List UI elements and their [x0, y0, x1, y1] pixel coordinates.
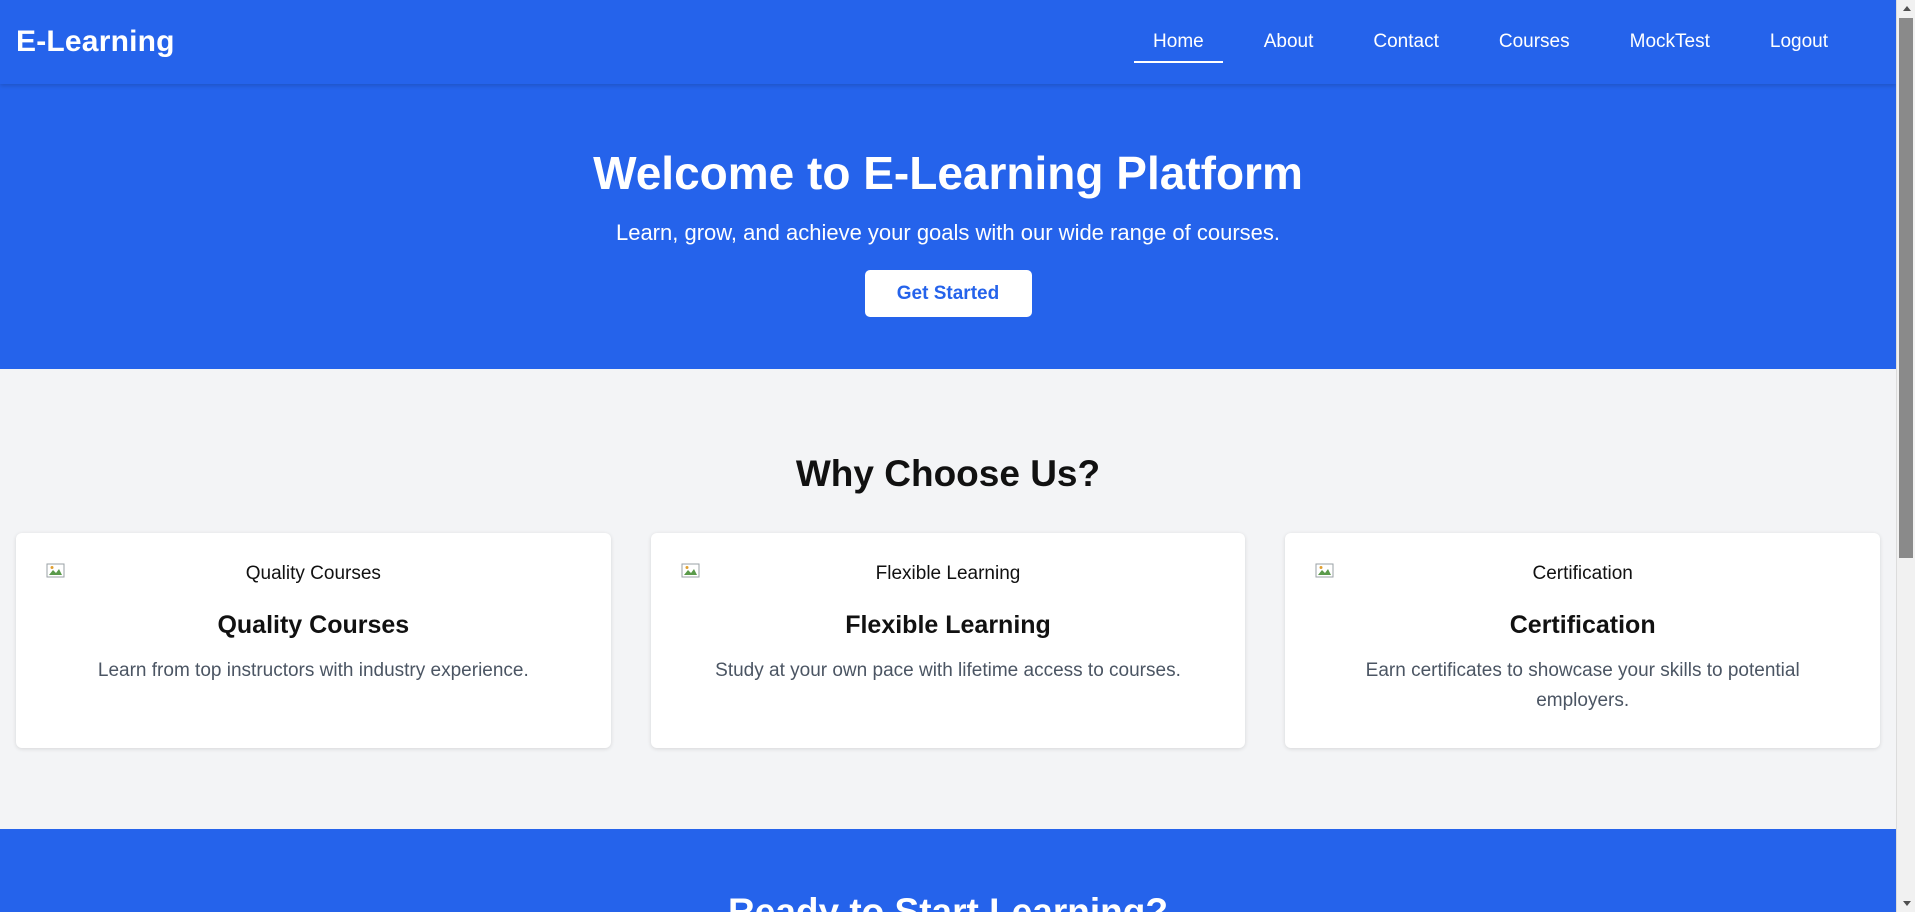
nav-item-contact[interactable]: Contact [1354, 19, 1457, 65]
get-started-button[interactable]: Get Started [864, 270, 1032, 317]
broken-image-icon [46, 563, 65, 578]
broken-image-icon [681, 563, 700, 578]
feature-image: Quality Courses [46, 563, 581, 591]
feature-card-text: Earn certificates to showcase your skill… [1365, 660, 1800, 711]
cta-section: Ready to Start Learning? [0, 829, 1896, 912]
feature-card-flexible-learning: Flexible Learning Flexible Learning Stud… [650, 533, 1246, 748]
nav-item-home[interactable]: Home [1134, 19, 1223, 65]
feature-card-text: Study at your own pace with lifetime acc… [715, 660, 1181, 681]
features-section: Why Choose Us? Quality Courses Quality C… [0, 369, 1896, 829]
vertical-scrollbar[interactable] [1896, 0, 1915, 912]
nav-item-mocktest[interactable]: MockTest [1611, 19, 1729, 65]
feature-card-text: Learn from top instructors with industry… [97, 660, 529, 681]
hero-subtitle: Learn, grow, and achieve your goals with… [615, 220, 1281, 245]
features-title: Why Choose Us? [795, 453, 1101, 494]
cta-title: Ready to Start Learning? [728, 891, 1168, 912]
feature-image-alt: Quality Courses [245, 563, 381, 584]
feature-card-title: Flexible Learning [845, 611, 1051, 639]
feature-card-quality-courses: Quality Courses Quality Courses Learn fr… [16, 533, 611, 748]
feature-image-alt: Certification [1532, 563, 1633, 584]
main-nav: Home About Contact Courses MockTest Logo… [1123, 19, 1858, 65]
scrollbar-thumb[interactable] [1899, 18, 1913, 558]
feature-cards: Quality Courses Quality Courses Learn fr… [0, 533, 1896, 748]
navbar: E-Learning Home About Contact Courses Mo… [0, 0, 1896, 84]
nav-item-about[interactable]: About [1245, 19, 1333, 65]
feature-image: Flexible Learning [681, 563, 1216, 591]
nav-item-logout[interactable]: Logout [1751, 19, 1847, 65]
feature-card-title: Quality Courses [217, 611, 410, 639]
feature-image-alt: Flexible Learning [875, 563, 1021, 584]
brand-logo[interactable]: E-Learning [16, 25, 175, 59]
feature-card-title: Certification [1509, 611, 1656, 639]
page: E-Learning Home About Contact Courses Mo… [0, 0, 1896, 912]
nav-item-courses[interactable]: Courses [1480, 19, 1589, 65]
scroll-up-arrow-icon[interactable] [1897, 0, 1915, 17]
feature-image: Certification [1315, 563, 1850, 591]
scroll-down-arrow-icon[interactable] [1897, 895, 1915, 912]
hero-title: Welcome to E-Learning Platform [593, 147, 1303, 199]
hero-section: Welcome to E-Learning Platform Learn, gr… [0, 84, 1896, 369]
feature-card-certification: Certification Certification Earn certifi… [1285, 533, 1881, 748]
broken-image-icon [1315, 563, 1334, 578]
